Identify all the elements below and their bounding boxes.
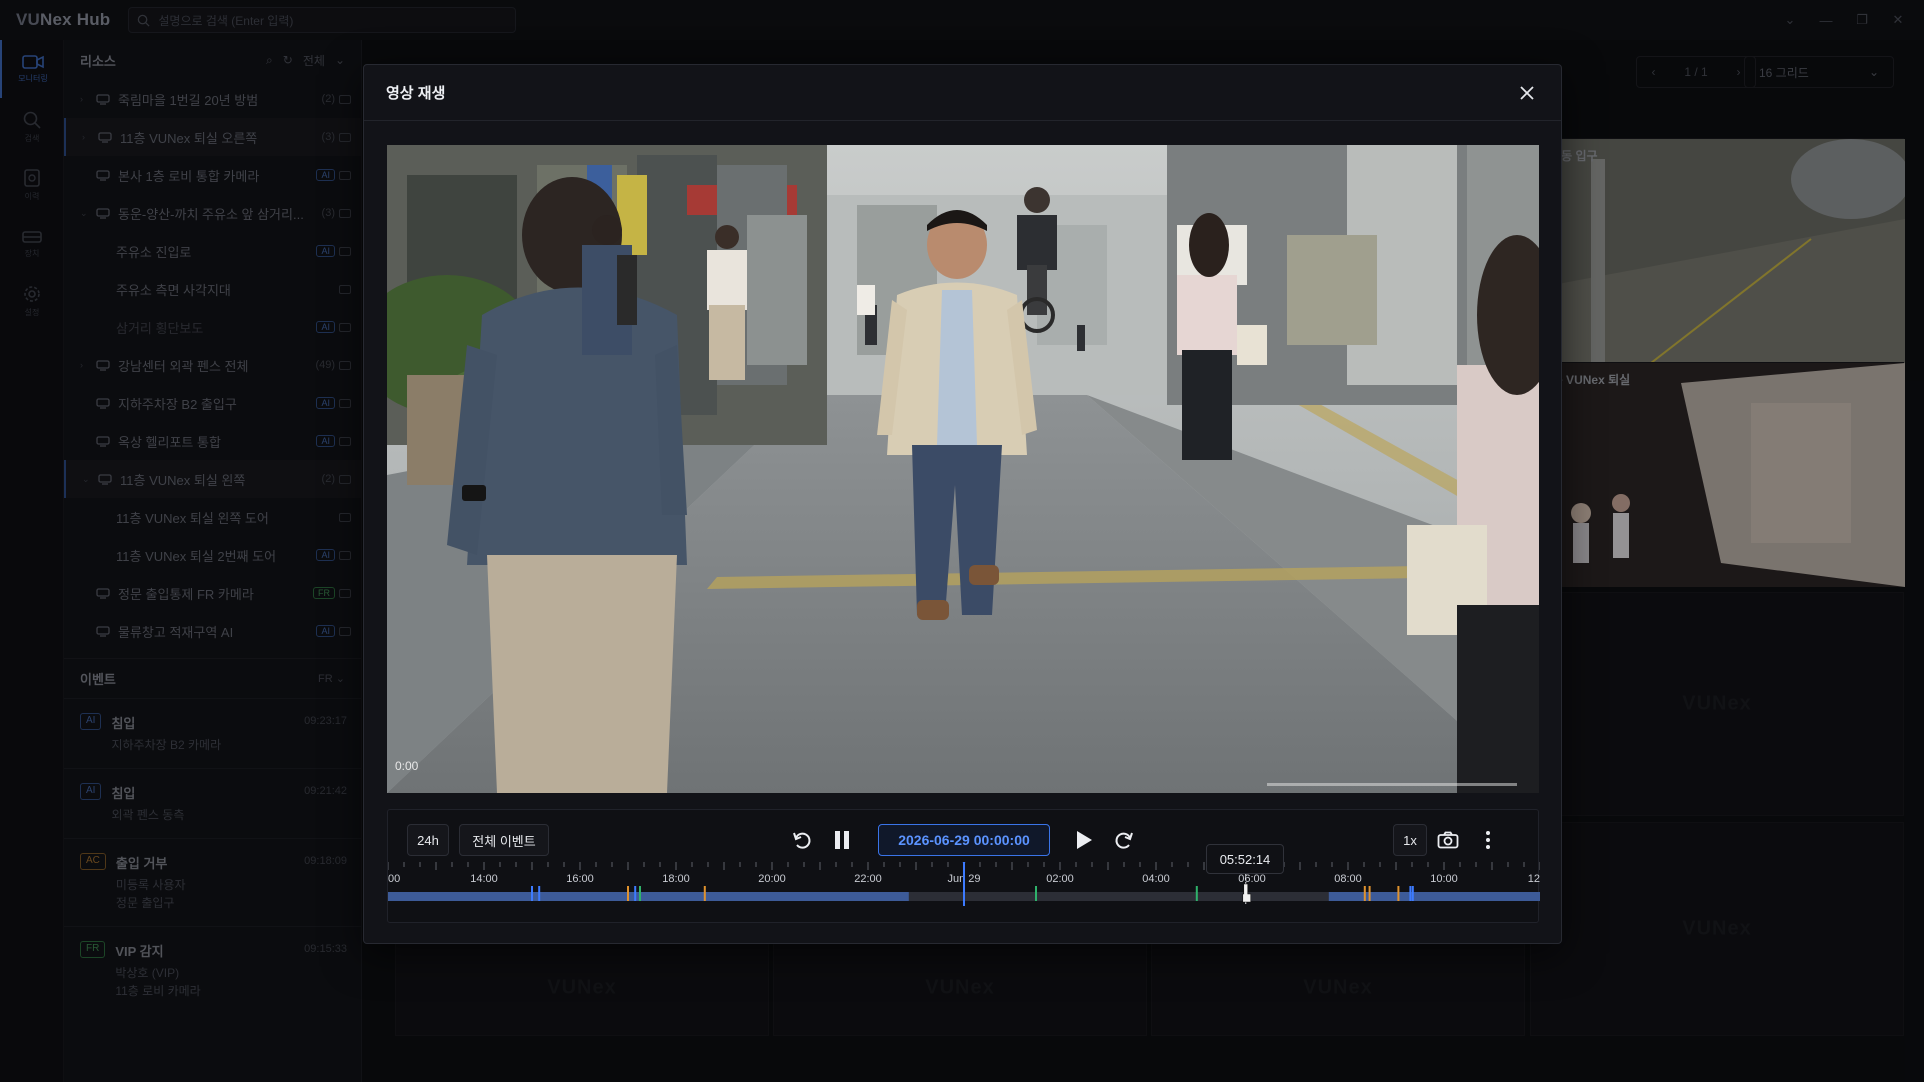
modal-header: 영상 재생	[364, 65, 1561, 121]
timeline-event-marker	[1368, 886, 1371, 901]
pause-icon	[835, 831, 849, 849]
playhead-marker-icon	[962, 862, 966, 864]
timeline-tick-label: 04:00	[1142, 873, 1170, 885]
camera-icon	[1437, 831, 1459, 849]
timeline-recorded-range	[388, 892, 909, 901]
timeline[interactable]: 00 14:00 16:00 18:00 20:00 22:00 Jun 29 02:00 04…	[388, 862, 1540, 922]
pause-button[interactable]	[826, 824, 858, 856]
timeline-tick-label: 02:00	[1046, 873, 1074, 885]
timeline-event-marker	[634, 886, 637, 901]
more-vertical-icon	[1486, 831, 1490, 849]
timeline-event-marker	[627, 886, 629, 901]
timeline-event-marker	[639, 886, 641, 901]
timeline-tick-label: 12	[1528, 873, 1540, 885]
video-current-time: 0:00	[395, 759, 419, 773]
close-button[interactable]	[1515, 81, 1539, 105]
forward-button[interactable]	[1108, 824, 1140, 856]
timeline-event-marker	[1363, 886, 1366, 901]
timeline-tick-label: 22:00	[854, 873, 882, 885]
timeline-recorded-range	[1328, 892, 1540, 901]
timeline-tick-label: 08:00	[1334, 873, 1362, 885]
video-playback-modal: 영상 재생 0:00 24h 전체 이벤트 2026-06-29 00:00:0…	[363, 64, 1562, 944]
event-filter-button[interactable]: 전체 이벤트	[459, 824, 549, 856]
snapshot-button[interactable]	[1432, 824, 1464, 856]
timeline-hover-tooltip: 05:52:14	[1206, 844, 1284, 874]
play-icon	[1077, 831, 1092, 849]
rewind-icon	[793, 832, 811, 849]
timeline-tick-label: 00	[388, 873, 400, 885]
datetime-display[interactable]: 2026-06-29 00:00:00	[878, 824, 1050, 856]
range-24h-button[interactable]: 24h	[407, 824, 449, 856]
video-player[interactable]: 0:00	[387, 145, 1539, 793]
timeline-tick-label: 16:00	[566, 873, 594, 885]
forward-icon	[1115, 832, 1133, 849]
timeline-event-marker	[1195, 886, 1198, 901]
modal-title: 영상 재생	[386, 85, 446, 102]
video-frame	[387, 145, 1539, 793]
playback-controls: 24h 전체 이벤트 2026-06-29 00:00:00 1x 00 14:0…	[387, 809, 1540, 923]
timeline-event-marker	[1411, 886, 1414, 901]
timeline-tick-label: 18:00	[662, 873, 690, 885]
timeline-event-marker	[538, 886, 541, 901]
play-button[interactable]	[1068, 824, 1100, 856]
timeline-tick-label: 14:00	[470, 873, 498, 885]
timeline-tick-label: 20:00	[758, 873, 786, 885]
rewind-button[interactable]	[786, 824, 818, 856]
speed-button[interactable]: 1x	[1393, 824, 1427, 856]
timeline-event-marker	[1409, 886, 1412, 901]
more-button[interactable]	[1472, 824, 1504, 856]
timeline-tick-label: 10:00	[1430, 873, 1458, 885]
timeline-event-marker	[1035, 886, 1037, 901]
timeline-event-marker	[531, 886, 533, 901]
timeline-event-marker	[703, 886, 706, 901]
timeline-tick-label: 06:00	[1238, 873, 1266, 885]
close-icon	[1520, 85, 1534, 100]
timeline-event-marker	[1397, 886, 1400, 901]
